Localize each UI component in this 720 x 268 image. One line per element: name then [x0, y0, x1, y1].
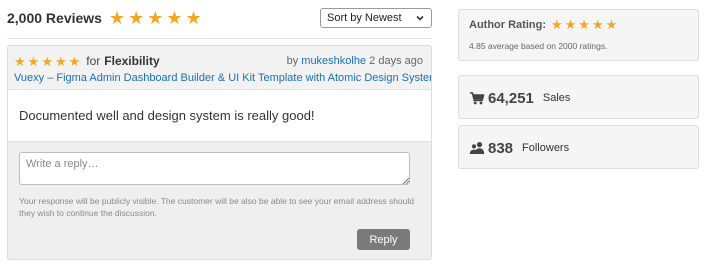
- chevron-down-icon: [416, 15, 424, 21]
- author-rating-stars: ★ ★ ★ ★ ★: [551, 18, 617, 31]
- star-icon: ★: [605, 17, 618, 32]
- star-icon: ★: [185, 8, 202, 28]
- review-rating-line: ★ ★ ★ ★ ★ for Flexibility: [14, 54, 160, 68]
- sales-stat: 64,251 Sales: [469, 88, 570, 108]
- author-rating-title: Author Rating:: [469, 18, 546, 31]
- followers-panel: 838 Followers: [458, 125, 699, 169]
- star-icon: ★: [147, 8, 164, 28]
- reply-input[interactable]: [19, 152, 410, 185]
- review-body: Documented well and design system is rea…: [8, 90, 431, 142]
- reviews-header: 2,000 Reviews ★ ★ ★ ★ ★: [7, 8, 202, 28]
- followers-label: Followers: [522, 142, 570, 154]
- review-byline: by mukeshkolhe 2 days ago: [287, 55, 423, 67]
- author-rating-average: 4.85 average based on 2000 ratings.: [469, 41, 608, 51]
- reviews-count: 2,000 Reviews: [7, 10, 102, 26]
- reply-button[interactable]: Reply: [357, 229, 410, 250]
- by-label: by: [286, 55, 299, 67]
- star-icon: ★: [41, 53, 53, 69]
- star-icon: ★: [27, 53, 40, 69]
- star-icon: ★: [128, 8, 145, 28]
- star-icon: ★: [166, 8, 183, 28]
- star-icon: ★: [68, 53, 81, 69]
- author-rating-line: Author Rating: ★ ★ ★ ★ ★: [469, 18, 617, 31]
- star-icon: ★: [54, 53, 67, 69]
- star-icon: ★: [564, 17, 577, 32]
- review-author-link[interactable]: mukeshkolhe: [301, 55, 366, 67]
- review-category: Flexibility: [104, 54, 160, 68]
- review-rating-stars: ★ ★ ★ ★ ★: [14, 55, 80, 68]
- sales-label: Sales: [542, 92, 571, 104]
- review-meta: ★ ★ ★ ★ ★ for Flexibility by mukeshkolhe…: [8, 46, 431, 90]
- followers-value: 838: [488, 139, 514, 157]
- sales-value: 64,251: [488, 89, 534, 107]
- review-card: ★ ★ ★ ★ ★ for Flexibility by mukeshkolhe…: [7, 45, 432, 260]
- review-for-label: for: [86, 54, 101, 68]
- star-icon: ★: [578, 17, 590, 32]
- sort-select[interactable]: Sort by Newest: [320, 8, 432, 28]
- star-icon: ★: [14, 53, 26, 69]
- divider: [7, 38, 432, 39]
- review-time: 2 days ago: [369, 55, 423, 67]
- sales-panel: 64,251 Sales: [458, 75, 699, 119]
- overall-rating-stars: ★ ★ ★ ★ ★: [109, 9, 202, 27]
- star-icon: ★: [550, 17, 563, 32]
- star-icon: ★: [108, 8, 126, 28]
- author-rating-panel: Author Rating: ★ ★ ★ ★ ★ 4.85 average ba…: [458, 9, 699, 61]
- reply-area: Your response will be publicly visible. …: [8, 142, 431, 259]
- cart-icon: [470, 92, 485, 105]
- sort-select-value: Sort by Newest: [327, 12, 402, 24]
- star-icon: ★: [591, 17, 604, 32]
- review-item-link[interactable]: Vuexy – Figma Admin Dashboard Builder & …: [14, 72, 431, 84]
- users-icon: [469, 142, 485, 154]
- reply-notice: Your response will be publicly visible. …: [19, 196, 414, 218]
- review-text: Documented well and design system is rea…: [19, 108, 315, 123]
- followers-stat: 838 Followers: [469, 138, 569, 158]
- resize-handle-icon[interactable]: [402, 177, 410, 185]
